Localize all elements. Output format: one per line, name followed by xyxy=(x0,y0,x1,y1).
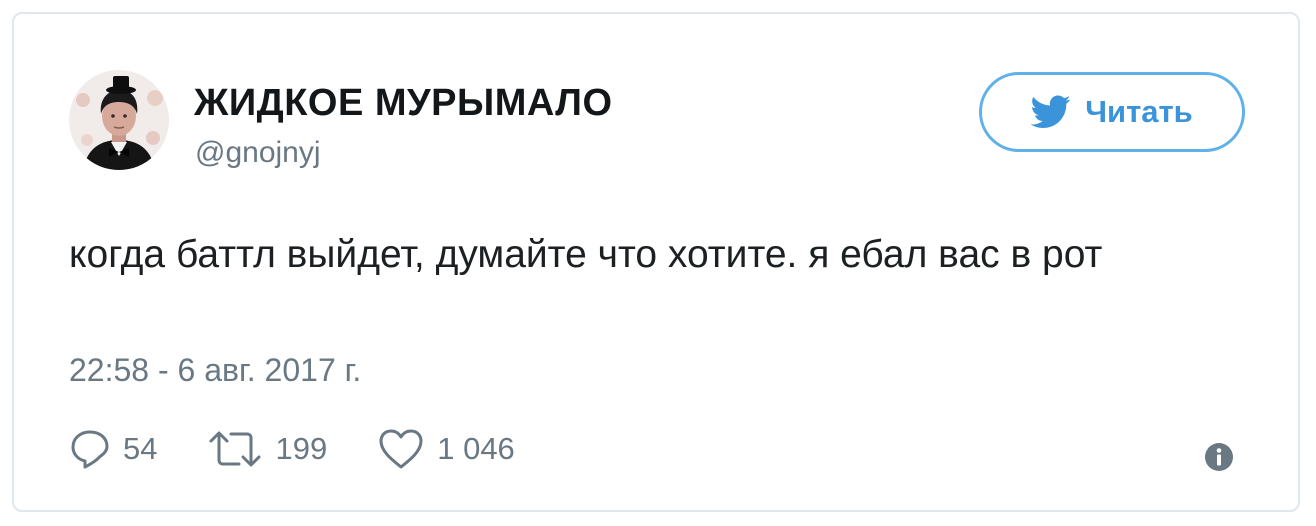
like-count: 1 046 xyxy=(437,431,515,466)
reply-count: 54 xyxy=(123,431,158,466)
user-handle[interactable]: @gnojnyj xyxy=(195,136,321,170)
reply-icon xyxy=(71,430,109,469)
retweet-button[interactable]: 199 xyxy=(207,428,327,470)
tweet-text: когда баттл выйдет, думайте что хотите. … xyxy=(69,233,1103,276)
tweet-actions: 54 199 1 046 xyxy=(69,424,515,474)
info-button[interactable] xyxy=(1204,442,1234,472)
heart-icon xyxy=(379,429,423,469)
avatar[interactable] xyxy=(69,70,169,170)
reply-button[interactable]: 54 xyxy=(69,428,157,470)
follow-button[interactable]: Читать xyxy=(979,72,1245,152)
like-button[interactable]: 1 046 xyxy=(377,427,515,471)
follow-button-label: Читать xyxy=(1085,94,1193,129)
avatar-image xyxy=(69,70,169,170)
tweet-timestamp[interactable]: 22:58 - 6 авг. 2017 г. xyxy=(69,352,361,389)
tweet-card: ЖИДКОЕ МУРЫМАЛО @gnojnyj Читать когда ба… xyxy=(12,12,1300,512)
twitter-bird-icon xyxy=(1031,95,1071,128)
retweet-icon xyxy=(209,431,261,467)
retweet-count: 199 xyxy=(275,431,328,466)
display-name[interactable]: ЖИДКОЕ МУРЫМАЛО xyxy=(194,82,613,125)
info-icon xyxy=(1205,443,1233,471)
